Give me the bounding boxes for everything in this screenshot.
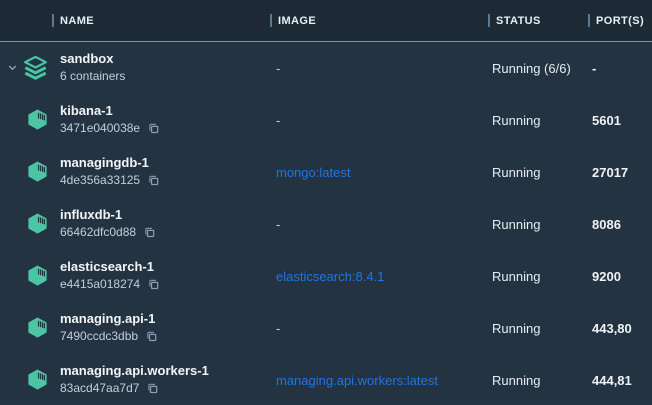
image-name[interactable]: managing.api.workers:latest: [276, 373, 438, 388]
container-icon: [26, 368, 49, 391]
column-separator: [588, 14, 590, 27]
table-body: sandbox 6 containers - Running (6/6) -: [0, 42, 652, 405]
column-header-name[interactable]: NAME: [0, 14, 268, 27]
column-separator: [52, 14, 54, 27]
copy-icon[interactable]: [146, 382, 159, 395]
name-cell: sandbox 6 containers: [0, 51, 268, 84]
name-cell: influxdb-1 66462dfc0d88: [0, 207, 268, 240]
copy-icon[interactable]: [147, 278, 160, 291]
image-name: -: [276, 113, 280, 128]
ports-text: 5601: [585, 113, 652, 128]
container-name: influxdb-1: [60, 207, 156, 224]
copy-icon[interactable]: [147, 174, 160, 187]
container-name: managingdb-1: [60, 155, 160, 172]
column-header-label: IMAGE: [278, 15, 316, 27]
ports-text: 443,80: [585, 321, 652, 336]
image-name[interactable]: mongo:latest: [276, 165, 350, 180]
container-id: 7490ccdc3dbb: [60, 329, 138, 345]
image-cell: -: [268, 217, 486, 232]
container-id: 3471e040038e: [60, 121, 140, 137]
container-id: 66462dfc0d88: [60, 225, 136, 241]
container-id: 83acd47aa7d7: [60, 381, 139, 397]
chevron-down-icon[interactable]: [4, 61, 20, 74]
container-name: elasticsearch-1: [60, 259, 160, 276]
table-row[interactable]: influxdb-1 66462dfc0d88 - Running 8086: [0, 198, 652, 250]
container-icon: [26, 212, 49, 235]
ports-text: 8086: [585, 217, 652, 232]
column-header-label: PORT(S): [596, 15, 644, 27]
containers-table: NAME IMAGE STATUS PORT(S) sandbox: [0, 0, 652, 405]
table-header: NAME IMAGE STATUS PORT(S): [0, 0, 652, 42]
status-text: Running: [486, 165, 585, 180]
table-row[interactable]: managing.api-1 7490ccdc3dbb - Running 44…: [0, 302, 652, 354]
column-header-label: NAME: [60, 15, 94, 27]
name-cell: managing.api-1 7490ccdc3dbb: [0, 311, 268, 344]
column-header-ports[interactable]: PORT(S): [585, 14, 652, 27]
table-row[interactable]: elasticsearch-1 e4415a018274 elasticsear…: [0, 250, 652, 302]
image-cell: managing.api.workers:latest: [268, 373, 486, 388]
stack-icon: [22, 54, 49, 81]
container-icon: [26, 108, 49, 131]
image-cell: mongo:latest: [268, 165, 486, 180]
ports-text: 444,81: [585, 373, 652, 388]
image-cell: elasticsearch:8.4.1: [268, 269, 486, 284]
table-row-group[interactable]: sandbox 6 containers - Running (6/6) -: [0, 42, 652, 94]
table-row[interactable]: kibana-1 3471e040038e - Running 5601: [0, 94, 652, 146]
ports-text: -: [585, 61, 652, 76]
container-name: kibana-1: [60, 103, 160, 120]
container-icon: [26, 316, 49, 339]
container-icon: [26, 160, 49, 183]
container-id: 4de356a33125: [60, 173, 140, 189]
name-cell: kibana-1 3471e040038e: [0, 103, 268, 136]
copy-icon[interactable]: [143, 226, 156, 239]
group-sub-label: 6 containers: [60, 69, 125, 85]
status-text: Running: [486, 321, 585, 336]
container-name: managing.api-1: [60, 311, 158, 328]
status-text: Running: [486, 113, 585, 128]
status-text: Running (6/6): [486, 61, 585, 76]
image-cell: -: [268, 113, 486, 128]
image-cell: -: [268, 321, 486, 336]
column-separator: [488, 14, 490, 27]
column-header-label: STATUS: [496, 15, 541, 27]
image-name: -: [276, 61, 280, 76]
name-cell: elasticsearch-1 e4415a018274: [0, 259, 268, 292]
copy-icon[interactable]: [145, 330, 158, 343]
image-name: -: [276, 321, 280, 336]
status-text: Running: [486, 269, 585, 284]
image-name[interactable]: elasticsearch:8.4.1: [276, 269, 384, 284]
image-name: -: [276, 217, 280, 232]
name-cell: managingdb-1 4de356a33125: [0, 155, 268, 188]
container-icon: [26, 264, 49, 287]
container-name: managing.api.workers-1: [60, 363, 209, 380]
column-header-status[interactable]: STATUS: [486, 14, 585, 27]
name-cell: managing.api.workers-1 83acd47aa7d7: [0, 363, 268, 396]
image-cell: -: [268, 61, 486, 76]
container-id: e4415a018274: [60, 277, 140, 293]
ports-text: 9200: [585, 269, 652, 284]
status-text: Running: [486, 217, 585, 232]
table-row[interactable]: managingdb-1 4de356a33125 mongo:latest R…: [0, 146, 652, 198]
copy-icon[interactable]: [147, 122, 160, 135]
container-name: sandbox: [60, 51, 125, 68]
status-text: Running: [486, 373, 585, 388]
column-header-image[interactable]: IMAGE: [268, 14, 486, 27]
column-separator: [270, 14, 272, 27]
table-row[interactable]: managing.api.workers-1 83acd47aa7d7 mana…: [0, 354, 652, 405]
ports-text: 27017: [585, 165, 652, 180]
